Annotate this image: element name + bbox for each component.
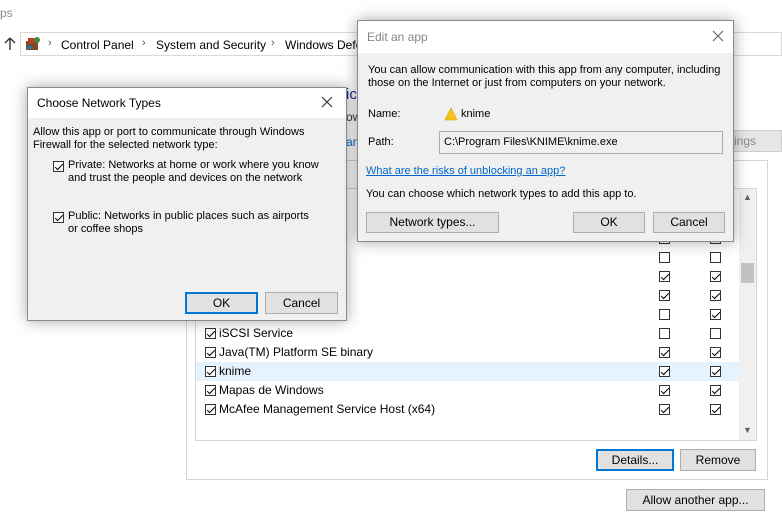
private-network-label[interactable]: Private: Networks at home or work where … xyxy=(68,159,323,185)
scroll-thumb[interactable] xyxy=(741,263,754,283)
app-name: iSCSI Service xyxy=(219,326,294,340)
breadcrumb-sep-icon: › xyxy=(142,37,146,49)
risk-link[interactable]: What are the risks of unblocking an app? xyxy=(366,165,565,177)
breadcrumb-sep-icon: › xyxy=(48,37,52,49)
edit-app-dialog: Edit an app You can allow communication … xyxy=(357,20,734,242)
allow-another-app-label: Allow another app... xyxy=(642,493,749,507)
table-row[interactable]: iSCSI Service xyxy=(196,324,741,343)
breadcrumb-system-security[interactable]: System and Security xyxy=(156,38,266,52)
private-checkbox[interactable] xyxy=(659,347,670,358)
table-row[interactable]: Java(TM) Platform SE binary xyxy=(196,343,741,362)
path-value: C:\Program Files\KNIME\knime.exe xyxy=(444,136,618,148)
public-checkbox[interactable] xyxy=(710,328,721,339)
public-network-label[interactable]: Public: Networks in public places such a… xyxy=(68,210,318,236)
private-checkbox[interactable] xyxy=(659,385,670,396)
private-network-checkbox[interactable] xyxy=(53,161,64,172)
network-types-description: Allow this app or port to communicate th… xyxy=(33,126,305,151)
private-checkbox[interactable] xyxy=(659,252,670,263)
choose-network-types-dialog: Choose Network Types Allow this app or p… xyxy=(27,87,347,321)
public-checkbox[interactable] xyxy=(710,290,721,301)
change-settings-label: ings xyxy=(734,134,757,148)
app-name: McAfee Management Service Host (x64) xyxy=(219,402,436,416)
private-checkbox[interactable] xyxy=(659,290,670,301)
details-label: Details... xyxy=(611,453,659,467)
up-arrow-icon[interactable] xyxy=(3,36,17,52)
app-enabled-checkbox[interactable] xyxy=(205,366,216,377)
network-ok-label: OK xyxy=(212,296,231,310)
path-field[interactable]: C:\Program Files\KNIME\knime.exe xyxy=(439,131,723,154)
network-types-note: You can choose which network types to ad… xyxy=(366,188,637,200)
app-enabled-checkbox[interactable] xyxy=(205,328,216,339)
knime-app-icon xyxy=(444,107,458,121)
path-label: Path: xyxy=(368,136,394,148)
edit-ok-button[interactable]: OK xyxy=(573,212,645,233)
breadcrumb-control-panel[interactable]: Control Panel xyxy=(61,38,134,52)
name-value: knime xyxy=(461,108,491,120)
app-enabled-checkbox[interactable] xyxy=(205,404,216,415)
edit-cancel-button[interactable]: Cancel xyxy=(653,212,725,233)
table-row[interactable]: knime xyxy=(196,362,741,381)
search-box[interactable] xyxy=(733,32,782,56)
edit-dialog-titlebar[interactable]: Edit an app xyxy=(358,21,733,53)
network-types-button[interactable]: Network types... xyxy=(366,212,499,233)
public-checkbox[interactable] xyxy=(710,252,721,263)
edit-dialog-description: You can allow communication with this ap… xyxy=(368,64,721,89)
dialog-titlebar[interactable]: Choose Network Types xyxy=(28,88,346,118)
private-checkbox[interactable] xyxy=(659,366,670,377)
private-checkbox[interactable] xyxy=(659,404,670,415)
remove-button[interactable]: Remove xyxy=(680,449,756,471)
close-icon[interactable] xyxy=(320,95,334,109)
table-row[interactable]: McAfee Management Service Host (x64) xyxy=(196,400,741,419)
public-checkbox[interactable] xyxy=(710,385,721,396)
network-cancel-button[interactable]: Cancel xyxy=(265,292,338,314)
public-checkbox[interactable] xyxy=(710,404,721,415)
edit-cancel-label: Cancel xyxy=(670,215,708,229)
public-checkbox[interactable] xyxy=(710,347,721,358)
allow-another-app-button[interactable]: Allow another app... xyxy=(626,489,765,511)
app-enabled-checkbox[interactable] xyxy=(205,347,216,358)
scroll-down-icon[interactable]: ▼ xyxy=(743,425,752,435)
name-label: Name: xyxy=(368,108,401,120)
edit-ok-label: OK xyxy=(600,215,618,229)
public-checkbox[interactable] xyxy=(710,366,721,377)
close-icon[interactable] xyxy=(711,29,725,43)
change-settings-button: ings xyxy=(731,130,782,152)
private-checkbox[interactable] xyxy=(659,271,670,282)
scroll-up-icon[interactable]: ▲ xyxy=(743,192,752,202)
details-button[interactable]: Details... xyxy=(596,449,674,471)
window-title-fragment: ps xyxy=(0,6,13,20)
app-name: Java(TM) Platform SE binary xyxy=(219,345,374,359)
public-checkbox[interactable] xyxy=(710,309,721,320)
app-enabled-checkbox[interactable] xyxy=(205,385,216,396)
edit-dialog-title: Edit an app xyxy=(367,30,428,44)
private-checkbox[interactable] xyxy=(659,328,670,339)
network-ok-button[interactable]: OK xyxy=(185,292,258,314)
remove-label: Remove xyxy=(695,453,741,467)
list-scrollbar[interactable]: ▲ ▼ xyxy=(739,189,756,440)
control-panel-icon xyxy=(25,36,41,52)
network-types-label: Network types... xyxy=(389,215,476,229)
breadcrumb-windows-defender[interactable]: Windows Defe xyxy=(285,38,362,52)
table-row[interactable]: Mapas de Windows xyxy=(196,381,741,400)
app-name: knime xyxy=(219,364,252,378)
public-checkbox[interactable] xyxy=(710,271,721,282)
breadcrumb-sep-icon: › xyxy=(271,37,275,49)
dialog-title: Choose Network Types xyxy=(37,96,161,110)
private-checkbox[interactable] xyxy=(659,309,670,320)
page-heading-fragment: ic xyxy=(346,86,357,103)
public-network-checkbox[interactable] xyxy=(53,212,64,223)
network-cancel-label: Cancel xyxy=(282,296,321,310)
app-name: Mapas de Windows xyxy=(219,383,324,397)
